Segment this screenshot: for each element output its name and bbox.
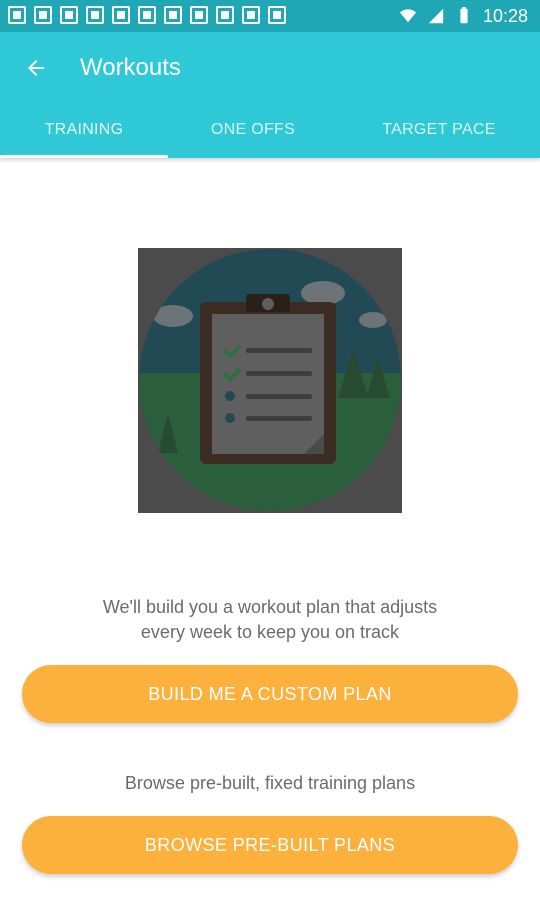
facebook-notification-icon	[138, 6, 156, 24]
notification-icons	[8, 6, 286, 24]
facebook-notification-icon	[190, 6, 208, 24]
back-button[interactable]	[18, 50, 54, 86]
selected-tab-indicator	[0, 155, 168, 158]
facebook-notification-icon	[216, 6, 234, 24]
custom-plan-description: We'll build you a workout plan that adju…	[40, 595, 500, 645]
message-notification-icon	[8, 6, 26, 24]
tab-bar: TRAINING ONE OFFS TARGET PACE	[0, 118, 540, 158]
facebook-notification-icon	[86, 6, 104, 24]
facebook-notification-icon	[164, 6, 182, 24]
status-bar: 10:28	[0, 0, 540, 32]
custom-plan-description-line1: We'll build you a workout plan that adju…	[102, 597, 438, 617]
custom-plan-description-line2: every week to keep you on track	[140, 622, 400, 642]
arrow-left-icon	[28, 60, 44, 76]
browse-prebuilt-plans-button[interactable]: BROWSE PRE-BUILT PLANS	[22, 816, 518, 874]
tab-one-offs[interactable]: ONE OFFS	[168, 118, 338, 158]
signal-icon	[428, 8, 444, 24]
page-title: Workouts	[80, 54, 181, 81]
clipboard-checklist-icon	[139, 249, 401, 511]
build-custom-plan-button[interactable]: BUILD ME A CUSTOM PLAN	[22, 665, 518, 723]
clipboard-illustration	[138, 248, 402, 513]
clock-time: 10:28	[482, 6, 528, 26]
prebuilt-plans-description: Browse pre-built, fixed training plans	[124, 773, 416, 793]
facebook-notification-icon	[60, 6, 78, 24]
app-bar: Workouts TRAINING ONE OFFS TARGET PACE	[0, 32, 540, 158]
facebook-notification-icon	[268, 6, 286, 24]
facebook-notification-icon	[34, 6, 52, 24]
battery-icon	[460, 7, 468, 24]
facebook-notification-icon	[112, 6, 130, 24]
wifi-icon	[399, 9, 417, 23]
tab-target-pace[interactable]: TARGET PACE	[338, 118, 540, 158]
facebook-notification-icon	[242, 6, 260, 24]
tab-training[interactable]: TRAINING	[0, 118, 168, 158]
